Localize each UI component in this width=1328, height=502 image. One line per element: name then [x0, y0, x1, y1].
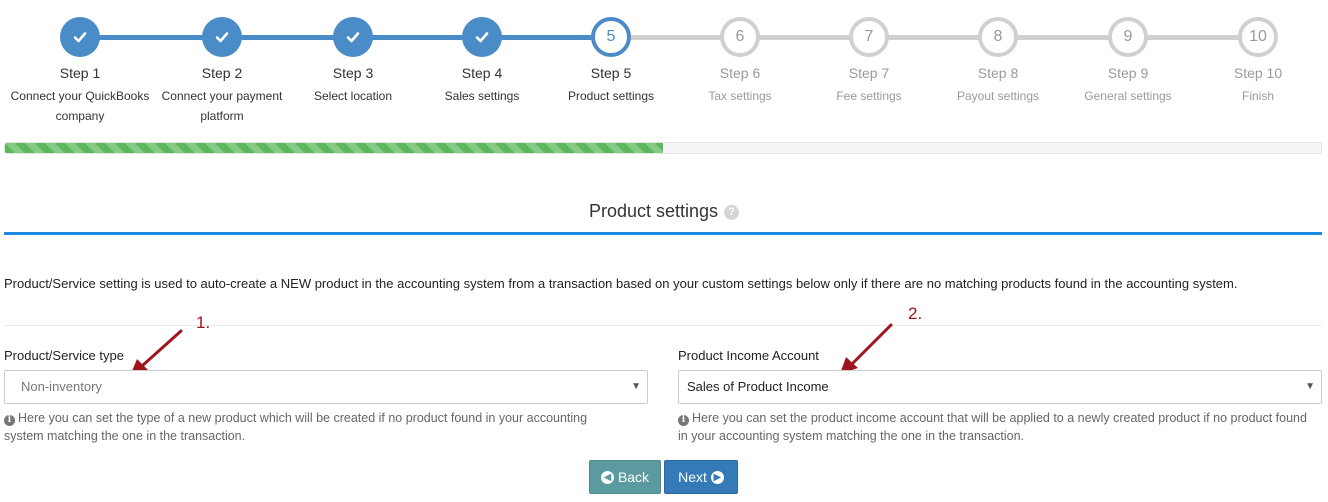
income-account-hint: i Here you can set the product income acc…: [678, 409, 1318, 445]
annotation-label-1: 1.: [196, 313, 211, 332]
step-title: Step 9: [1107, 65, 1149, 81]
check-icon: [333, 17, 373, 57]
check-icon: [60, 17, 100, 57]
step-title: Step 4: [461, 65, 503, 81]
progress-bar-fill: [5, 143, 663, 153]
step-title: Step 10: [1233, 65, 1283, 81]
step-number: 9: [1108, 17, 1148, 57]
product-type-hint-text: Here you can set the type of a new produ…: [4, 411, 588, 443]
back-button-label: Back: [617, 469, 650, 485]
step-title: Step 8: [977, 65, 1019, 81]
step-number: 10: [1238, 17, 1278, 57]
income-account-select[interactable]: Sales of Product Income ▼: [678, 370, 1322, 404]
next-button[interactable]: Next ▶: [664, 460, 738, 494]
step-title: Step 3: [332, 65, 374, 81]
step-subtitle: Tax settings: [708, 89, 772, 103]
next-button-label: Next: [678, 469, 707, 485]
progress-bar: [4, 142, 1322, 154]
step-title: Step 7: [848, 65, 890, 81]
income-account-label: Product Income Account: [678, 348, 819, 363]
annotation-label-2: 2.: [908, 304, 923, 323]
check-icon: [202, 17, 242, 57]
step-subtitle: Payout settings: [956, 89, 1040, 103]
step-subtitle: Connect your payment platform: [161, 89, 283, 123]
step-number: 5: [591, 17, 631, 57]
caret-down-icon: ▼: [1305, 381, 1315, 392]
step-subtitle: Finish: [1241, 89, 1274, 103]
info-icon: i: [4, 415, 15, 426]
step-subtitle: Connect your QuickBooks company: [10, 89, 150, 123]
stepper-line-incomplete: [611, 35, 1258, 40]
step-subtitle: Fee settings: [836, 89, 902, 103]
step-subtitle: General settings: [1084, 89, 1172, 103]
income-account-value: Sales of Product Income: [687, 379, 829, 394]
info-icon: i: [678, 415, 689, 426]
step-subtitle: Sales settings: [444, 89, 520, 103]
step-title: Step 6: [719, 65, 761, 81]
arrow-circle-left-icon: ◀: [600, 470, 614, 484]
check-icon: [462, 17, 502, 57]
section-heading: Product settings?: [0, 201, 1328, 222]
step-title: Step 5: [590, 65, 632, 81]
product-type-hint: i Here you can set the type of a new prod…: [4, 409, 624, 445]
section-description: Product/Service setting is used to auto-…: [4, 276, 1238, 291]
step-number: 7: [849, 17, 889, 57]
wizard-stepper: Step 1 Connect your QuickBooks company S…: [0, 0, 1328, 130]
section-divider: [4, 232, 1322, 235]
step-number: 6: [720, 17, 760, 57]
product-type-label: Product/Service type: [4, 348, 124, 363]
back-button[interactable]: ◀ Back: [589, 460, 661, 494]
step-subtitle: Product settings: [567, 89, 655, 103]
question-circle-icon[interactable]: ?: [724, 205, 740, 220]
income-account-hint-text: Here you can set the product income acco…: [678, 411, 1307, 443]
step-title: Step 2: [201, 65, 243, 81]
page-title: Product settings: [588, 201, 719, 221]
product-type-value: Non-inventory: [21, 379, 102, 394]
step-number: 8: [978, 17, 1018, 57]
step-title: Step 1: [59, 65, 101, 81]
arrow-circle-right-icon: ▶: [710, 470, 724, 484]
product-type-select[interactable]: Non-inventory ▼: [4, 370, 648, 404]
caret-down-icon: ▼: [631, 381, 641, 392]
step-subtitle: Select location: [313, 89, 393, 103]
